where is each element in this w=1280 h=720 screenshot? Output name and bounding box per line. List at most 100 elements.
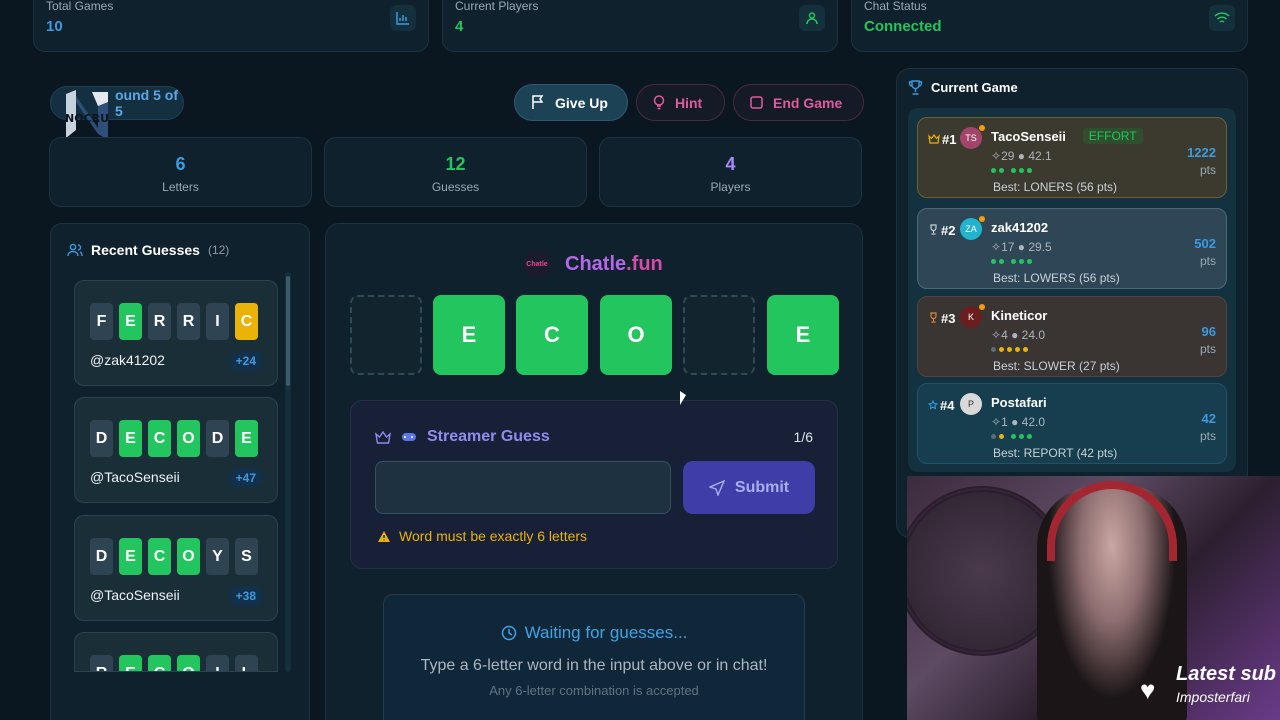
guess-user: @TacoSenseii: [90, 587, 180, 603]
brand-name: Chatle.fun: [565, 253, 663, 276]
waiting-note: Any 6-letter combination is accepted: [489, 683, 699, 698]
give-up-button[interactable]: Give Up: [514, 84, 628, 121]
player-meta-values: 4 ● 24.0: [1001, 328, 1046, 342]
online-indicator: [979, 304, 985, 310]
rank-label: #2: [941, 223, 956, 238]
guess-pips: [991, 168, 1032, 173]
avatar: ZA: [960, 218, 982, 240]
guess-card: RECOIL: [74, 632, 278, 672]
guesses-scroll-thumb[interactable]: [286, 276, 290, 386]
leaderboard-player: #1 TS TacoSenseii EFFORT ✧29 ● 42.1 Best: LON…: [917, 117, 1227, 198]
send-icon: [708, 479, 725, 496]
rank-label: #1: [942, 132, 957, 147]
pip: [1023, 347, 1028, 352]
letter-tile: D: [90, 538, 113, 575]
stat-number: 6: [175, 154, 186, 174]
letter-tile: C: [148, 538, 171, 575]
pip: [999, 168, 1004, 173]
player-meta-values: 17 ● 29.5: [1001, 240, 1052, 254]
rank-label: #4: [940, 398, 955, 413]
player-points: 1222: [1187, 145, 1216, 160]
player-rank: #2: [928, 223, 955, 238]
pip: [1019, 168, 1024, 173]
players-stat: 4 Players: [599, 137, 862, 207]
brand-name-main: Chatle: [565, 252, 627, 275]
letter-tile: O: [177, 538, 200, 575]
letters-stat: 6 Letters: [49, 137, 312, 207]
board-slot: [350, 295, 422, 375]
pip: [1011, 259, 1016, 264]
letter-tile: O: [177, 655, 200, 671]
pip: [1011, 168, 1016, 173]
player-best: Best: SLOWER (27 pts): [993, 359, 1120, 373]
player-points: 42: [1201, 411, 1216, 426]
guess-card: D E C O Y S @TacoSenseii +38: [74, 515, 278, 621]
end-game-button[interactable]: End Game: [733, 84, 864, 121]
player-points: 96: [1201, 324, 1216, 339]
player-best: Best: LOWERS (56 pts): [993, 271, 1120, 285]
latest-sub-label: Latest sub: [1176, 663, 1277, 685]
clock-icon: [501, 625, 516, 641]
submit-label: Submit: [734, 478, 790, 496]
guess-points: +24: [228, 351, 263, 371]
stat-number: 12: [445, 154, 466, 174]
latest-sub-name: Imposterfari: [1176, 689, 1250, 705]
letter-tile: Y: [206, 538, 229, 575]
stat-caption: Letters: [162, 180, 199, 194]
pip: [1019, 259, 1024, 264]
heart-icon: ♥: [1140, 675, 1156, 705]
latest-sub-overlay: ♥ Latest sub Imposterfari: [1140, 655, 1280, 715]
player-meta: ✧1 ● 42.0: [991, 415, 1046, 429]
player-meta: ✧17 ● 29.5: [991, 240, 1052, 254]
brand: Chatle Chatle.fun: [523, 250, 663, 278]
guess-pips: [991, 434, 1032, 439]
leaderboard-player: #3 K Kineticor ✧4 ● 24.0 Best: SLOWER (27 pt…: [917, 296, 1227, 377]
stat-value: Connected: [864, 18, 942, 35]
crown-icon: [375, 430, 391, 444]
letter-tile: E: [235, 420, 258, 457]
warning-icon: [378, 530, 390, 542]
board-slot: C: [516, 295, 588, 375]
streamer-guess-box: Streamer Guess 1/6 Submit Word must be e…: [350, 400, 838, 569]
stat-label: Chat Status: [864, 0, 927, 13]
player-rank: #3: [928, 311, 955, 326]
brand-logo: Chatle: [523, 250, 551, 278]
streamer-guess-title: Streamer Guess: [427, 428, 550, 445]
stat-value: 4: [455, 18, 464, 35]
board-slot: O: [600, 295, 672, 375]
stat-label: Current Players: [455, 0, 539, 13]
current-game-title: Current Game: [931, 80, 1018, 95]
users-icon: [67, 243, 83, 257]
guess-pips: [991, 259, 1032, 264]
letter-tile: I: [206, 655, 229, 671]
letter-tile: C: [148, 655, 171, 671]
submit-button[interactable]: Submit: [683, 461, 815, 514]
points-label: pts: [1199, 254, 1216, 268]
player-name: Kineticor: [991, 308, 1048, 323]
guess-card: D E C O D E @TacoSenseii +47: [74, 397, 278, 503]
letter-tile: E: [119, 420, 142, 457]
board-slot: E: [433, 295, 505, 375]
guess-input[interactable]: [375, 461, 671, 514]
player-best: Best: LONERS (56 pts): [993, 180, 1118, 194]
online-indicator: [979, 216, 985, 222]
letter-tile: D: [90, 420, 113, 457]
warning-text: Word must be exactly 6 letters: [399, 528, 588, 544]
player-rank: #4: [927, 398, 955, 413]
hint-button[interactable]: Hint: [636, 84, 725, 121]
gamepad-icon: [402, 433, 416, 441]
letter-tile: E: [119, 538, 142, 575]
leaderboard-player: #4 P Postafari ✧1 ● 42.0 Best: REPORT (42 pt…: [917, 383, 1227, 464]
guess-points: +47: [228, 468, 263, 488]
letter-tile: R: [148, 303, 171, 340]
guess-tiles: FERRIC: [90, 303, 258, 340]
streamer-guess-title-row: Streamer Guess: [375, 428, 550, 446]
pip: [1019, 434, 1024, 439]
end-game-label: End Game: [773, 94, 843, 111]
trophy-icon: [908, 80, 923, 95]
chart-icon: [390, 5, 416, 31]
letter-tile: R: [177, 303, 200, 340]
guess-user: @TacoSenseii: [90, 469, 180, 485]
pip: [1007, 347, 1012, 352]
waiting-title-row: Waiting for guesses...: [384, 623, 804, 643]
